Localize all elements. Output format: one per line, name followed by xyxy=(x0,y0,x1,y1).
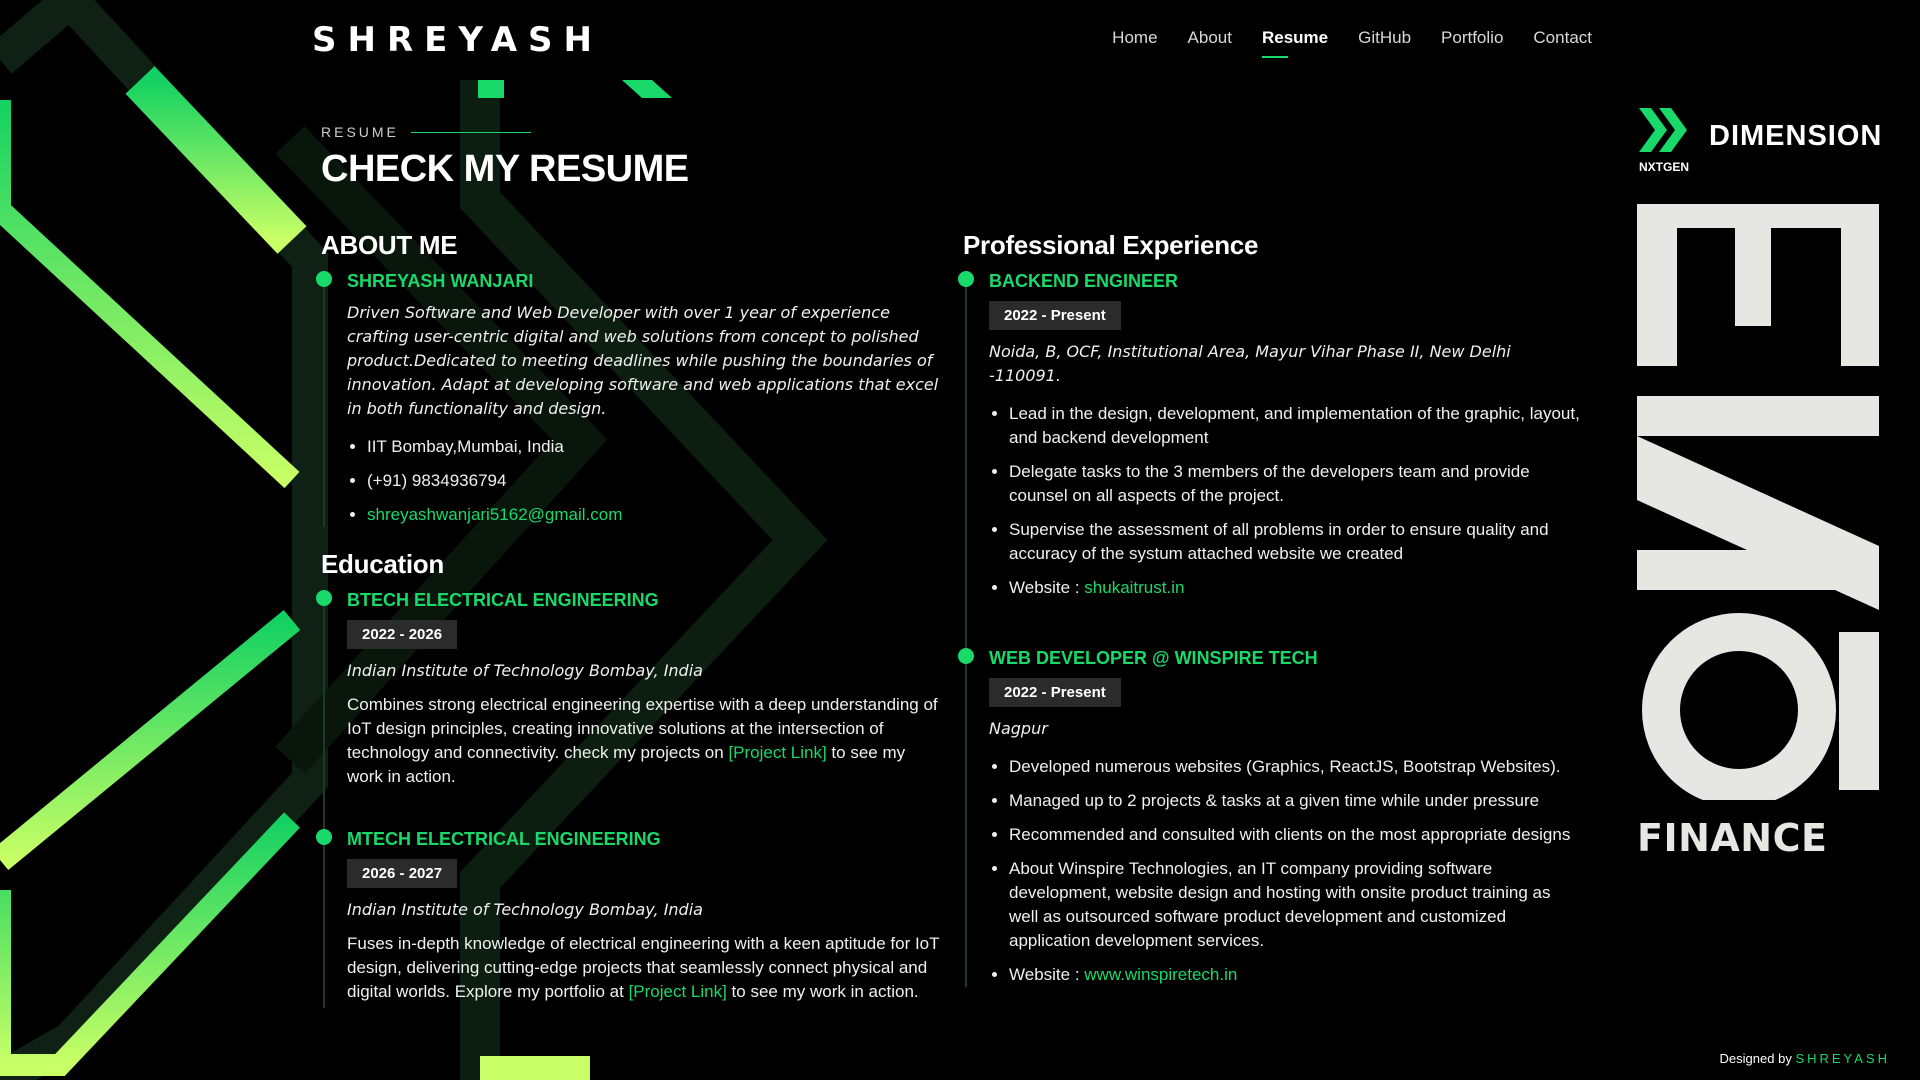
timeline-dot xyxy=(958,271,974,287)
experience-website-item: Website : shukaitrust.in xyxy=(1009,576,1583,600)
section-header: RESUME CHECK MY RESUME xyxy=(321,124,689,191)
left-column: ABOUT ME SHREYASH WANJARI Driven Softwar… xyxy=(316,230,941,1008)
site-logo[interactable]: SHREYASH xyxy=(312,20,603,60)
contact-email-item: shreyashwanjari5162@gmail.com xyxy=(367,503,941,527)
website-link[interactable]: shukaitrust.in xyxy=(1084,578,1184,597)
education-description: Fuses in-depth knowledge of electrical e… xyxy=(347,934,940,1001)
experience-location: Noida, B, OCF, Institutional Area, Mayur… xyxy=(989,342,1511,385)
experience-heading: Professional Experience xyxy=(963,230,1259,260)
nav-resume[interactable]: Resume xyxy=(1261,28,1328,58)
kicker-label: RESUME xyxy=(321,124,399,140)
education-institute: Indian Institute of Technology Bombay, I… xyxy=(347,661,703,680)
experience-bullet: Lead in the design, development, and imp… xyxy=(1009,402,1583,450)
experience-website-item: Website : www.winspiretech.in xyxy=(1009,963,1583,987)
education-heading: Education xyxy=(321,549,444,579)
brand-header: DIMENSION NXTGEN xyxy=(1635,108,1883,178)
about-name: SHREYASH WANJARI xyxy=(347,271,534,291)
brand-finance: FINANCE xyxy=(1637,816,1828,860)
site-footer: Designed by SHREYASH xyxy=(1720,1051,1890,1066)
brand-one-logo xyxy=(1637,204,1879,800)
footer-author[interactable]: SHREYASH xyxy=(1795,1051,1890,1066)
education-years: 2022 - 2026 xyxy=(347,620,458,649)
background-chevrons xyxy=(0,0,828,1080)
experience-bullet: Recommended and consulted with clients o… xyxy=(1009,823,1583,847)
timeline-dot xyxy=(958,648,974,664)
project-link[interactable]: [Project Link] xyxy=(728,743,826,762)
brand-nxtgen: NXTGEN xyxy=(1639,160,1690,174)
experience-location: Nagpur xyxy=(989,719,1048,738)
experience-title: BACKEND ENGINEER xyxy=(989,271,1179,291)
site-header: SHREYASH Home About Resume GitHub Portfo… xyxy=(312,0,1592,80)
education-institute: Indian Institute of Technology Bombay, I… xyxy=(347,900,703,919)
experience-item: WEB DEVELOPER @ WINSPIRE TECH 2022 - Pre… xyxy=(958,648,1583,987)
experience-bullet: Developed numerous websites (Graphics, R… xyxy=(1009,755,1583,779)
education-title: BTECH ELECTRICAL ENGINEERING xyxy=(347,590,659,610)
nav-about[interactable]: About xyxy=(1188,28,1232,48)
experience-bullet: Supervise the assessment of all problems… xyxy=(1009,518,1583,566)
experience-bullet: Delegate tasks to the 3 members of the d… xyxy=(1009,460,1583,508)
contact-phone: (+91) 9834936794 xyxy=(367,469,941,493)
right-column: Professional Experience BACKEND ENGINEER… xyxy=(958,230,1583,997)
timeline-dot xyxy=(316,590,332,606)
experience-bullet: Managed up to 2 projects & tasks at a gi… xyxy=(1009,789,1583,813)
about-summary: Driven Software and Web Developer with o… xyxy=(347,303,939,418)
timeline-dot xyxy=(316,271,332,287)
contact-list: IIT Bombay,Mumbai, India (+91) 983493679… xyxy=(347,435,941,527)
nav-home[interactable]: Home xyxy=(1112,28,1157,48)
education-description: Combines strong electrical engineering e… xyxy=(347,695,938,786)
education-years: 2026 - 2027 xyxy=(347,859,458,888)
experience-title: WEB DEVELOPER @ WINSPIRE TECH xyxy=(989,648,1318,668)
education-item: BTECH ELECTRICAL ENGINEERING 2022 - 2026… xyxy=(316,590,941,829)
project-link[interactable]: [Project Link] xyxy=(629,982,727,1001)
section-kicker: RESUME xyxy=(321,124,689,140)
experience-bullets: Developed numerous websites (Graphics, R… xyxy=(989,755,1583,987)
timeline-dot xyxy=(316,829,332,845)
sponsor-brand[interactable]: DIMENSION NXTGEN FINANCE xyxy=(1635,100,1895,880)
page-title: CHECK MY RESUME xyxy=(321,148,689,190)
experience-item: BACKEND ENGINEER 2022 - Present Noida, B… xyxy=(958,271,1583,648)
nav-contact[interactable]: Contact xyxy=(1533,28,1592,48)
experience-bullet: About Winspire Technologies, an IT compa… xyxy=(1009,857,1583,953)
contact-location: IIT Bombay,Mumbai, India xyxy=(367,435,941,459)
about-item: SHREYASH WANJARI Driven Software and Web… xyxy=(316,271,941,527)
website-link[interactable]: www.winspiretech.in xyxy=(1084,965,1237,984)
main-nav: Home About Resume GitHub Portfolio Conta… xyxy=(1112,28,1592,58)
footer-label: Designed by xyxy=(1719,1051,1796,1066)
about-heading: ABOUT ME xyxy=(321,230,458,260)
double-chevron-icon xyxy=(1639,108,1687,152)
education-title: MTECH ELECTRICAL ENGINEERING xyxy=(347,829,661,849)
education-item: MTECH ELECTRICAL ENGINEERING 2026 - 2027… xyxy=(316,829,941,1008)
brand-dimension: DIMENSION xyxy=(1709,120,1883,152)
nav-portfolio[interactable]: Portfolio xyxy=(1441,28,1503,48)
kicker-line xyxy=(410,131,531,133)
experience-years: 2022 - Present xyxy=(989,301,1121,330)
nav-github[interactable]: GitHub xyxy=(1358,28,1411,48)
experience-years: 2022 - Present xyxy=(989,678,1121,707)
experience-bullets: Lead in the design, development, and imp… xyxy=(989,402,1583,600)
contact-email-link[interactable]: shreyashwanjari5162@gmail.com xyxy=(367,505,622,524)
